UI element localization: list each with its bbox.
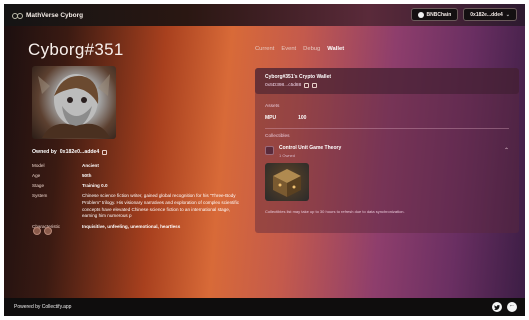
property-value: Inquisitive, unfeeling, unemotional, hea… — [82, 223, 181, 229]
property-row: System Chinese science fiction writer, g… — [32, 193, 242, 220]
asset-row: MPU 100 — [265, 115, 306, 121]
divider — [265, 128, 509, 129]
infinity-icon — [12, 11, 23, 19]
wallet-card: Cyborg#351's Crypto Wallet 0x5D398...c5d… — [255, 68, 519, 94]
wallet-address[interactable]: 0x5D398...c5d88 — [265, 83, 301, 88]
wallet-address-line: 0x5D398...c5d88 — [265, 83, 509, 88]
owner-address[interactable]: 0x182e0...adde4 — [60, 149, 100, 155]
property-key: Age — [32, 173, 41, 179]
top-navbar: MathVerse Cyborg BNBChain 0x182e...dde4 … — [4, 4, 525, 26]
property-value: Ancient — [82, 163, 99, 168]
collection-header[interactable]: Control Unit Game Theory 1 Owned — [265, 145, 341, 158]
property-value: Training 0.0 — [82, 183, 108, 189]
chevron-up-icon[interactable]: ⌃ — [504, 147, 509, 154]
powered-by-link[interactable]: Powered by Collectify.app — [14, 304, 71, 310]
trait-badge-icon[interactable] — [44, 227, 52, 235]
page-title: Cyborg#351 — [28, 40, 124, 59]
external-link-icon[interactable] — [312, 83, 318, 88]
avatar — [32, 66, 116, 139]
copy-icon[interactable] — [304, 83, 310, 88]
tab-bar: Current Event Debug Wallet — [255, 46, 344, 52]
chevron-down-icon: ⌄ — [505, 11, 510, 18]
cube-artwork — [273, 169, 301, 197]
sync-note: Collectibles list may take up to 30 hour… — [265, 209, 405, 214]
copy-icon[interactable] — [102, 149, 108, 155]
wallet-panel: Cyborg#351's Crypto Wallet 0x5D398...c5d… — [255, 68, 519, 233]
collectibles-label: Collectibles — [265, 134, 290, 139]
brand-name: MathVerse Cyborg — [26, 11, 84, 19]
assets-label: Assets — [265, 104, 280, 109]
discord-icon[interactable] — [507, 302, 517, 312]
owner-prefix: Owned by — [32, 149, 57, 155]
property-row: Age 50th — [32, 173, 242, 180]
wallet-title: Cyborg#351's Crypto Wallet — [265, 74, 332, 80]
social-links — [492, 302, 517, 312]
property-key: Model — [32, 163, 45, 168]
twitter-icon[interactable] — [492, 302, 502, 312]
wallet-label: 0x182e...dde4 — [470, 11, 503, 18]
asset-amount: 100 — [298, 115, 307, 121]
brand[interactable]: MathVerse Cyborg — [12, 11, 83, 19]
tab-current[interactable]: Current — [255, 46, 274, 52]
property-row: Stage Training 0.0 — [32, 183, 242, 190]
asset-symbol: MPU — [265, 115, 277, 121]
tab-event[interactable]: Event — [281, 46, 296, 52]
collection-text: Control Unit Game Theory 1 Owned — [279, 145, 341, 158]
collection-icon — [265, 146, 274, 155]
bnb-dot-icon — [417, 11, 424, 18]
tab-wallet[interactable]: Wallet — [327, 46, 344, 52]
property-value: 50th — [82, 173, 92, 179]
property-value: Chinese science fiction writer, gained g… — [82, 193, 240, 219]
cyborg-portrait — [38, 74, 110, 138]
property-key: System — [32, 193, 48, 199]
chain-selector-button[interactable]: BNBChain — [410, 8, 459, 21]
tab-debug[interactable]: Debug — [303, 46, 320, 52]
property-key: Stage — [32, 183, 45, 189]
property-list: Model Ancient Age 50th Stage Training 0.… — [32, 163, 242, 234]
wallet-button[interactable]: 0x182e...dde4 ⌄ — [463, 8, 517, 21]
property-row: Model Ancient — [32, 163, 242, 170]
collectible-thumbnail[interactable] — [265, 163, 309, 201]
trait-badge-icon[interactable] — [33, 227, 41, 235]
owner-line: Owned by 0x182e0...adde4 — [32, 149, 108, 155]
app-window: MathVerse Cyborg BNBChain 0x182e...dde4 … — [4, 4, 525, 316]
chain-label: BNBChain — [426, 11, 452, 18]
top-right-controls: BNBChain 0x182e...dde4 ⌄ — [410, 8, 517, 21]
property-row: Characteristic Inquisitive, unfeeling, u… — [32, 224, 242, 231]
footer: Powered by Collectify.app — [4, 298, 525, 316]
trait-badges — [33, 227, 52, 235]
collection-count: 1 Owned — [279, 152, 296, 158]
collection-name: Control Unit Game Theory — [279, 145, 342, 151]
